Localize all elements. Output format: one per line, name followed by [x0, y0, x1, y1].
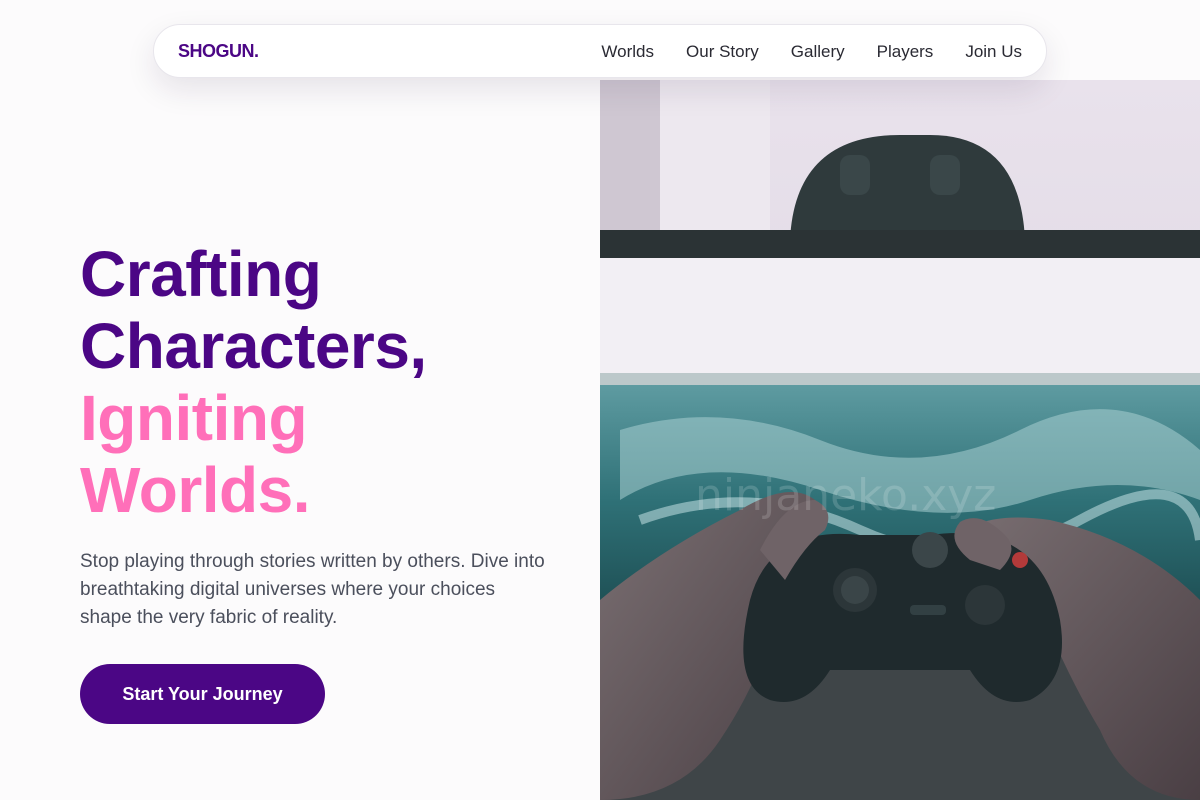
- hero-title-line-igniting: Igniting: [80, 382, 308, 454]
- start-journey-button[interactable]: Start Your Journey: [80, 664, 325, 724]
- hero-title-line-worlds: Worlds.: [80, 454, 310, 526]
- hero-title-line-characters: Characters,: [80, 310, 427, 382]
- hero-image-gamepad: ninjaneko.xyz: [600, 80, 1200, 800]
- brand-logo[interactable]: SHOGUN.: [178, 41, 259, 62]
- nav-link-our-story[interactable]: Our Story: [686, 42, 759, 62]
- nav-link-players[interactable]: Players: [877, 42, 934, 62]
- hero-title: Crafting Characters, Igniting Worlds.: [80, 238, 427, 526]
- nav-links: Worlds Our Story Gallery Players Join Us: [601, 42, 1022, 62]
- nav-link-gallery[interactable]: Gallery: [791, 42, 845, 62]
- navbar: SHOGUN. Worlds Our Story Gallery Players…: [153, 24, 1047, 78]
- hero-description: Stop playing through stories written by …: [80, 551, 545, 628]
- nav-link-join-us[interactable]: Join Us: [965, 42, 1022, 62]
- image-watermark-text: ninjaneko.xyz: [695, 470, 996, 521]
- nav-link-worlds[interactable]: Worlds: [601, 42, 654, 62]
- hero-title-line-crafting: Crafting: [80, 238, 322, 310]
